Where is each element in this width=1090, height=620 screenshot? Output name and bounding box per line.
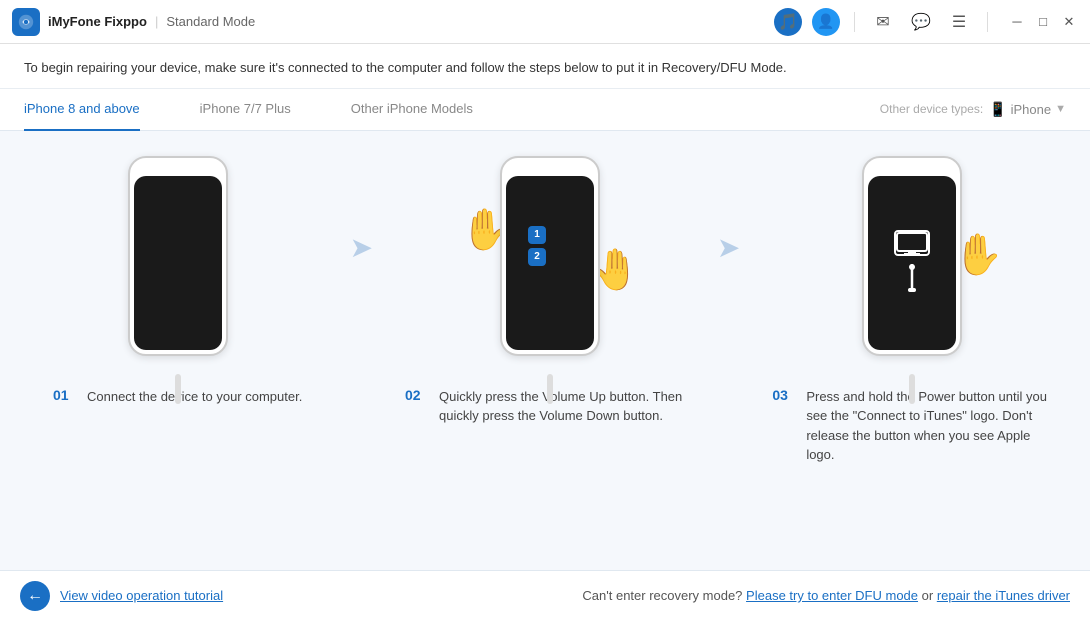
- phone-cable-1: [175, 374, 181, 404]
- titlebar-divider: [854, 12, 855, 32]
- itunes-screen: [868, 176, 956, 350]
- phone-side-power: [226, 213, 228, 235]
- step-1-image: [88, 141, 268, 381]
- phone-side-vol-up: [128, 213, 130, 229]
- cant-enter-text: Can't enter recovery mode?: [582, 588, 742, 603]
- itunes-icon: [894, 230, 930, 256]
- phone-illustration-2: [500, 156, 600, 356]
- user-avatar-btn[interactable]: 👤: [812, 8, 840, 36]
- app-name-label: iMyFone Fixppo: [48, 14, 147, 29]
- tabs-row: iPhone 8 and above iPhone 7/7 Plus Other…: [0, 89, 1090, 131]
- video-tutorial-link[interactable]: View video operation tutorial: [60, 588, 223, 603]
- phone-notch: [162, 162, 194, 172]
- step-3-num: 03: [772, 387, 798, 403]
- titlebar-divider2: [987, 12, 988, 32]
- titlebar-icons: 🎵 👤 ✉ 💬 ☰ ─ □ ✕: [774, 8, 1078, 36]
- tab-iphone8[interactable]: iPhone 8 and above: [24, 89, 140, 131]
- phone-screen: [134, 176, 222, 350]
- instruction-text: To begin repairing your device, make sur…: [24, 60, 787, 75]
- step-3-block: 🤚: [759, 141, 1066, 465]
- arrow-right-icon: ➤: [350, 231, 373, 264]
- device-select-icon: 📱: [989, 101, 1006, 118]
- app-logo: [12, 8, 40, 36]
- phone-side-vol-down: [128, 233, 130, 249]
- phone-side-power-2: [598, 213, 600, 235]
- phone-notch-3: [896, 162, 928, 172]
- phone-notch-2: [534, 162, 566, 172]
- mail-icon-btn[interactable]: ✉: [869, 8, 897, 36]
- footer: ← View video operation tutorial Can't en…: [0, 570, 1090, 620]
- footer-right: Can't enter recovery mode? Please try to…: [582, 588, 1070, 603]
- step-2-text: Quickly press the Volume Up button. Then…: [439, 387, 685, 426]
- phone-side-vol-down-2: [500, 233, 502, 249]
- step-2-block: 🤚 🤚 1 2: [391, 141, 698, 426]
- main-content: To begin repairing your device, make sur…: [0, 44, 1090, 620]
- step-2-desc: 02 Quickly press the Volume Up button. T…: [395, 381, 695, 426]
- tab-other-iphone[interactable]: Other iPhone Models: [351, 89, 473, 131]
- chat-icon-btn[interactable]: 💬: [907, 8, 935, 36]
- step-2-num: 02: [405, 387, 431, 403]
- tab-iphone77[interactable]: iPhone 7/7 Plus: [200, 89, 291, 131]
- arrow-1: ➤: [331, 141, 391, 264]
- window-controls: ─ □ ✕: [1008, 13, 1078, 31]
- step-3-text: Press and hold the Power button until yo…: [806, 387, 1052, 465]
- maximize-button[interactable]: □: [1034, 13, 1052, 31]
- footer-left: ← View video operation tutorial: [20, 581, 223, 611]
- chevron-down-icon: ▼: [1055, 103, 1066, 115]
- arrow-right-icon-2: ➤: [717, 231, 740, 264]
- badge-2: 2: [528, 248, 546, 266]
- step-1-text: Connect the device to your computer.: [87, 387, 302, 407]
- other-device-label: Other device types:: [880, 102, 983, 116]
- menu-icon-btn[interactable]: ☰: [945, 8, 973, 36]
- device-select-text: iPhone: [1011, 102, 1051, 117]
- phone-cable-3: [909, 374, 915, 404]
- step-1-block: 01 Connect the device to your computer.: [24, 141, 331, 407]
- phone-cable-2: [547, 374, 553, 404]
- phone-illustration-3: [862, 156, 962, 356]
- minimize-button[interactable]: ─: [1008, 13, 1026, 31]
- back-button[interactable]: ←: [20, 581, 50, 611]
- phone-side-power-3: [960, 213, 962, 235]
- titlebar: iMyFone Fixppo | Standard Mode 🎵 👤 ✉ 💬 ☰…: [0, 0, 1090, 44]
- instruction-bar: To begin repairing your device, make sur…: [0, 44, 1090, 89]
- arrow-2: ➤: [699, 141, 759, 264]
- badge-1: 1: [528, 226, 546, 244]
- step-2-image: 🤚 🤚 1 2: [455, 141, 635, 381]
- music-icon-btn[interactable]: 🎵: [774, 8, 802, 36]
- phone-side-vol-up-2: [500, 213, 502, 229]
- title-separator: |: [155, 14, 158, 29]
- step-1-num: 01: [53, 387, 79, 403]
- step-3-image: 🤚: [822, 141, 1002, 381]
- close-button[interactable]: ✕: [1060, 13, 1078, 31]
- device-type-select[interactable]: 📱 iPhone ▼: [989, 101, 1066, 118]
- phone-screen-2: [506, 176, 594, 350]
- mode-label: Standard Mode: [166, 14, 255, 29]
- phone-illustration-1: [128, 156, 228, 356]
- steps-area: 01 Connect the device to your computer. …: [0, 131, 1090, 571]
- repair-itunes-link[interactable]: repair the iTunes driver: [937, 588, 1070, 603]
- or-text: or: [922, 588, 937, 603]
- dfu-mode-link[interactable]: Please try to enter DFU mode: [746, 588, 918, 603]
